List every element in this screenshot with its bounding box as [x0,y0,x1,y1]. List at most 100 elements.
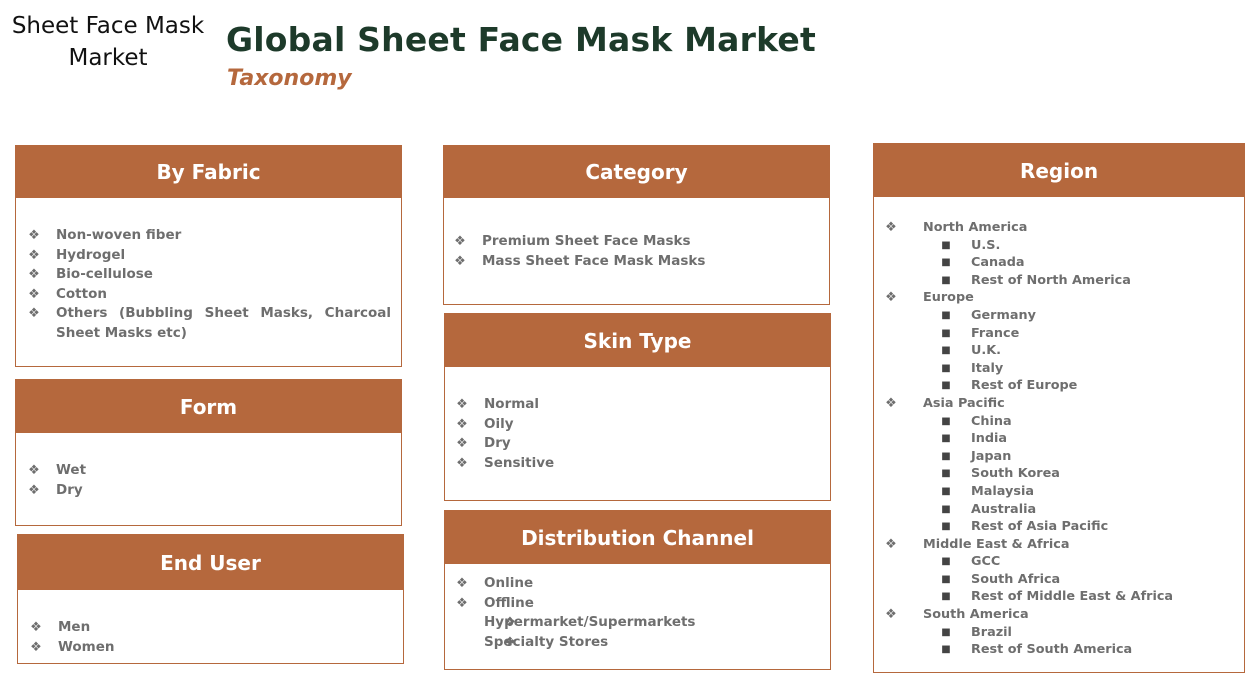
list-item: ❖ Hydrogel [26,246,391,266]
list-item: ■ India [941,431,1008,447]
diamond-bullet-icon: ❖ [28,286,40,302]
list-item: ❖ Sensitive [454,454,820,474]
square-bullet-icon: ■ [941,415,951,427]
list-item: ❖ Cotton [26,285,391,305]
diamond-bullet-icon: ❖ [504,615,516,630]
panel-header: End User [18,535,403,590]
panel-distribution-channel: Distribution Channel ❖ Online ❖ Offline ❖ H… [444,510,831,670]
diamond-bullet-icon: ❖ [30,620,42,635]
square-bullet-icon: ■ [941,433,951,445]
list-item: ■ Germany [941,307,1036,323]
list-item: ■ Malaysia [941,483,1034,499]
square-bullet-icon: ■ [941,556,951,568]
region-group: ❖ Middle East & Africa [883,536,1238,554]
logo-text: Sheet Face Mask Market [11,13,205,71]
list-item: ❖ Others (Bubbling Sheet Masks, Charcoal … [26,304,391,343]
diamond-bullet-icon: ❖ [28,482,40,498]
region-list: ❖ North America ■ U.S. ■ Canada ■ Rest of No… [883,219,1238,659]
list-item: ❖ Online [454,574,820,594]
diamond-bullet-icon: ❖ [28,306,40,321]
list-item: ■ U.S. [941,237,1001,253]
list-item: ❖ Wet [26,461,391,481]
list-item: ❖ Oily [454,415,820,435]
square-bullet-icon: ■ [941,309,951,321]
list-item: ■ U.K. [941,343,1002,359]
region-group: ❖ North America [883,219,1238,237]
panel-skin-type: Skin Type ❖ Normal ❖ Oily ❖ Dry ❖ Sensitive [444,313,831,501]
list-item: ■ Canada [941,255,1025,271]
square-bullet-icon: ■ [941,468,951,480]
list-item: ■ China [941,413,1012,429]
region-group: ❖ Asia Pacific [883,395,1238,413]
square-bullet-icon: ■ [941,345,951,357]
panel-header: Region [874,144,1244,197]
fabric-list: ❖ Non-woven fiber ❖ Hydrogel ❖ Bio-cellulos… [26,226,391,343]
panel-region: Region ❖ North America ■ U.S. ■ Canada ■ Res… [873,143,1245,673]
list-item: ❖ Dry [454,434,820,454]
diamond-bullet-icon: ❖ [28,463,40,478]
list-item: ❖ Offline [454,594,820,614]
list-item: ❖ Hypermarket/Supermarkets [454,613,820,633]
page-subtitle: Taxonomy [227,66,352,91]
square-bullet-icon: ■ [941,274,951,286]
square-bullet-icon: ■ [941,450,951,462]
panel-end-user: End User ❖ Men ❖ Women [17,534,404,664]
list-item: ■ Rest of Asia Pacific [941,519,1109,535]
diamond-bullet-icon: ❖ [885,607,897,623]
diamond-bullet-icon: ❖ [504,634,516,650]
list-item: ❖ Men [28,618,393,638]
diamond-bullet-icon: ❖ [456,455,468,471]
list-item: ❖ Women [28,638,393,658]
square-bullet-icon: ■ [941,327,951,339]
square-bullet-icon: ■ [941,503,951,515]
diamond-bullet-icon: ❖ [885,220,897,235]
square-bullet-icon: ■ [941,485,951,497]
diamond-bullet-icon: ❖ [454,234,466,249]
list-item: ❖ Non-woven fiber [26,226,391,246]
list-item: ■ Rest of North America [941,272,1131,288]
diamond-bullet-icon: ❖ [28,247,40,263]
diamond-bullet-icon: ❖ [885,290,897,306]
list-item: ■ Brazil [941,624,1012,640]
panel-header: By Fabric [16,146,401,198]
panel-header: Category [444,146,829,198]
list-item: ■ Rest of Middle East & Africa [941,589,1174,605]
panel-header: Form [16,380,401,433]
list-item: ❖ Mass Sheet Face Mask Masks [452,252,819,272]
square-bullet-icon: ■ [941,573,951,585]
diamond-bullet-icon: ❖ [456,576,468,591]
panel-form: Form ❖ Wet ❖ Dry [15,379,402,526]
square-bullet-icon: ■ [941,380,951,392]
list-item: ■ Italy [941,360,1004,376]
panel-category: Category ❖ Premium Sheet Face Masks ❖ Mass… [443,145,830,305]
list-item: ■ France [941,325,1020,341]
panel-header: Distribution Channel [445,511,830,564]
diamond-bullet-icon: ❖ [885,395,897,411]
distribution-list: ❖ Online ❖ Offline ❖ Hypermarket/Supermarke… [454,574,820,652]
end-user-list: ❖ Men ❖ Women [28,618,393,657]
diamond-bullet-icon: ❖ [456,436,468,451]
diamond-bullet-icon: ❖ [456,595,468,611]
diamond-bullet-icon: ❖ [28,228,40,243]
square-bullet-icon: ■ [941,521,951,533]
list-item: ■ Rest of South America [941,642,1133,658]
diamond-bullet-icon: ❖ [456,416,468,432]
list-item: ❖ Normal [454,395,820,415]
page-title: Global Sheet Face Mask Market [226,20,816,59]
list-item: ■ Japan [941,448,1012,464]
diamond-bullet-icon: ❖ [456,397,468,412]
square-bullet-icon: ■ [941,362,951,374]
list-item: ❖ Premium Sheet Face Masks [452,232,819,252]
diamond-bullet-icon: ❖ [885,536,897,552]
region-group: ❖ Europe [883,289,1238,307]
region-group: ❖ South America [883,606,1238,624]
skin-type-list: ❖ Normal ❖ Oily ❖ Dry ❖ Sensitive [454,395,820,473]
diamond-bullet-icon: ❖ [28,267,40,282]
diamond-bullet-icon: ❖ [30,639,42,655]
list-item: ■ Australia [941,501,1037,517]
list-item: ■ GCC [941,554,1001,570]
list-item: ■ South Korea [941,466,1060,482]
list-item: ❖ Dry [26,481,391,501]
square-bullet-icon: ■ [941,257,951,269]
diamond-bullet-icon: ❖ [454,253,466,269]
